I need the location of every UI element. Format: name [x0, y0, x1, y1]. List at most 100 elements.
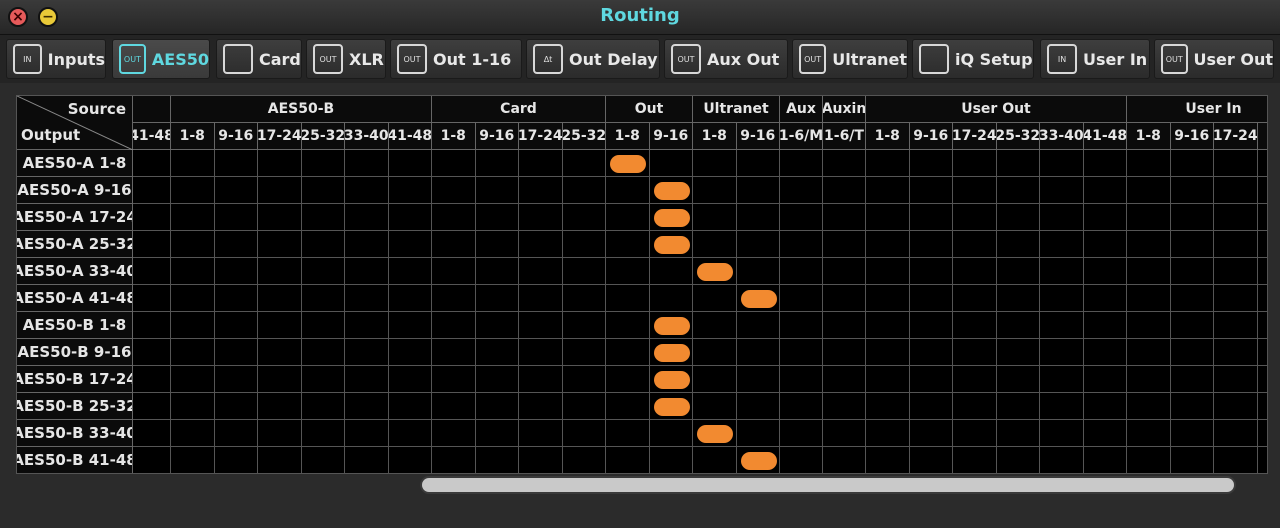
matrix-cell[interactable] [1257, 204, 1267, 231]
matrix-cell[interactable] [1257, 420, 1267, 447]
matrix-cell[interactable] [214, 393, 258, 420]
matrix-cell[interactable] [909, 150, 953, 177]
matrix-cell[interactable] [693, 285, 737, 312]
matrix-cell[interactable] [171, 393, 215, 420]
matrix-cell[interactable] [736, 285, 780, 312]
matrix-cell[interactable] [1214, 393, 1258, 420]
matrix-cell[interactable] [301, 393, 345, 420]
matrix-cell[interactable] [693, 339, 737, 366]
matrix-cell[interactable] [909, 231, 953, 258]
matrix-cell[interactable] [1257, 339, 1267, 366]
matrix-cell[interactable] [345, 150, 389, 177]
matrix-cell[interactable] [1127, 420, 1171, 447]
matrix-cell[interactable] [214, 366, 258, 393]
matrix-cell[interactable] [133, 312, 171, 339]
matrix-cell[interactable] [649, 339, 693, 366]
matrix-cell[interactable] [996, 339, 1040, 366]
tab-user-out[interactable]: OUT User Out [1154, 39, 1274, 79]
matrix-cell[interactable] [1040, 231, 1084, 258]
matrix-cell[interactable] [909, 312, 953, 339]
matrix-cell[interactable] [432, 285, 476, 312]
matrix-cell[interactable] [432, 177, 476, 204]
matrix-cell[interactable] [171, 447, 215, 473]
matrix-cell[interactable] [432, 447, 476, 473]
matrix-cell[interactable] [519, 258, 563, 285]
matrix-cell[interactable] [823, 393, 866, 420]
matrix-cell[interactable] [909, 420, 953, 447]
matrix-cell[interactable] [133, 231, 171, 258]
matrix-cell[interactable] [649, 177, 693, 204]
matrix-cell[interactable] [1040, 366, 1084, 393]
matrix-cell[interactable] [909, 258, 953, 285]
matrix-cell[interactable] [953, 177, 997, 204]
matrix-cell[interactable] [1257, 312, 1267, 339]
matrix-cell[interactable] [996, 150, 1040, 177]
matrix-cell[interactable] [953, 393, 997, 420]
matrix-cell[interactable] [519, 447, 563, 473]
matrix-cell[interactable] [258, 447, 302, 473]
matrix-cell[interactable] [345, 393, 389, 420]
matrix-cell[interactable] [1127, 231, 1171, 258]
matrix-cell[interactable] [475, 285, 519, 312]
matrix-cell[interactable] [1214, 204, 1258, 231]
matrix-cell[interactable] [1083, 150, 1127, 177]
matrix-cell[interactable] [519, 285, 563, 312]
matrix-cell[interactable] [606, 366, 650, 393]
matrix-cell[interactable] [519, 339, 563, 366]
matrix-cell[interactable] [432, 393, 476, 420]
matrix-cell[interactable] [519, 420, 563, 447]
matrix-cell[interactable] [953, 447, 997, 473]
matrix-cell[interactable] [345, 339, 389, 366]
matrix-cell[interactable] [345, 366, 389, 393]
matrix-cell[interactable] [866, 339, 910, 366]
matrix-cell[interactable] [388, 420, 432, 447]
matrix-cell[interactable] [606, 150, 650, 177]
matrix-cell[interactable] [693, 177, 737, 204]
matrix-cell[interactable] [780, 339, 823, 366]
matrix-cell[interactable] [432, 204, 476, 231]
matrix-cell[interactable] [823, 420, 866, 447]
matrix-cell[interactable] [823, 312, 866, 339]
matrix-cell[interactable] [736, 366, 780, 393]
matrix-cell[interactable] [736, 339, 780, 366]
matrix-cell[interactable] [953, 204, 997, 231]
matrix-cell[interactable] [133, 366, 171, 393]
tab-xlr[interactable]: OUT XLR [306, 39, 386, 79]
matrix-cell[interactable] [780, 204, 823, 231]
matrix-cell[interactable] [1170, 339, 1214, 366]
matrix-cell[interactable] [606, 393, 650, 420]
matrix-cell[interactable] [909, 447, 953, 473]
matrix-cell[interactable] [214, 231, 258, 258]
matrix-cell[interactable] [475, 177, 519, 204]
matrix-cell[interactable] [388, 204, 432, 231]
matrix-cell[interactable] [1083, 204, 1127, 231]
matrix-cell[interactable] [475, 204, 519, 231]
matrix-cell[interactable] [1170, 447, 1214, 473]
matrix-cell[interactable] [996, 177, 1040, 204]
matrix-cell[interactable] [780, 312, 823, 339]
matrix-cell[interactable] [562, 447, 606, 473]
matrix-cell[interactable] [388, 231, 432, 258]
matrix-cell[interactable] [996, 393, 1040, 420]
matrix-cell[interactable] [909, 177, 953, 204]
matrix-cell[interactable] [301, 150, 345, 177]
matrix-cell[interactable] [388, 285, 432, 312]
matrix-cell[interactable] [258, 312, 302, 339]
matrix-cell[interactable] [432, 258, 476, 285]
matrix-cell[interactable] [1083, 366, 1127, 393]
matrix-cell[interactable] [1040, 204, 1084, 231]
matrix-cell[interactable] [736, 393, 780, 420]
matrix-cell[interactable] [214, 177, 258, 204]
matrix-cell[interactable] [693, 393, 737, 420]
matrix-cell[interactable] [780, 150, 823, 177]
matrix-cell[interactable] [823, 150, 866, 177]
matrix-cell[interactable] [475, 231, 519, 258]
matrix-cell[interactable] [258, 366, 302, 393]
matrix-cell[interactable] [1040, 420, 1084, 447]
matrix-cell[interactable] [866, 420, 910, 447]
matrix-cell[interactable] [649, 312, 693, 339]
matrix-cell[interactable] [1257, 150, 1267, 177]
matrix-cell[interactable] [258, 258, 302, 285]
matrix-cell[interactable] [953, 420, 997, 447]
tab-aux-out[interactable]: OUT Aux Out [664, 39, 788, 79]
